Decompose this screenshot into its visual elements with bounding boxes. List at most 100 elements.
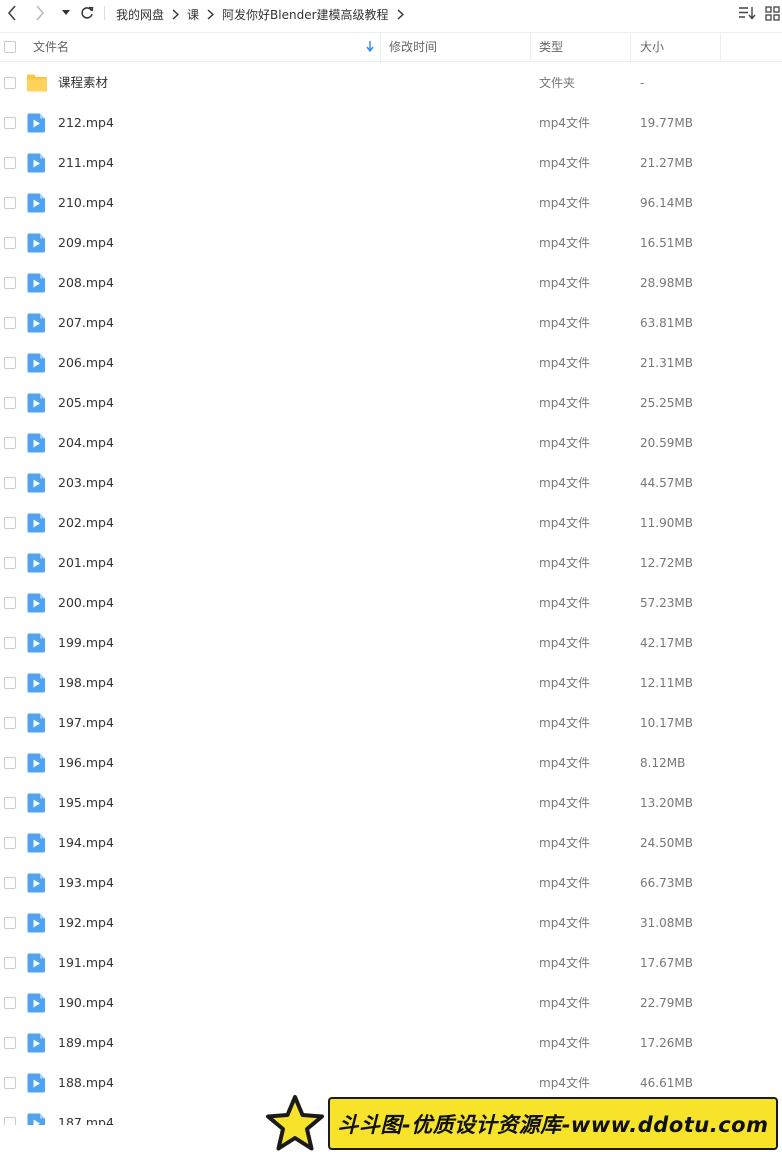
- file-row[interactable]: 193.mp4 mp4文件 66.73MB: [0, 863, 782, 903]
- row-checkbox[interactable]: [4, 997, 16, 1009]
- file-size: 66.73MB: [640, 876, 693, 890]
- row-checkbox[interactable]: [4, 637, 16, 649]
- file-row[interactable]: 211.mp4 mp4文件 21.27MB: [0, 143, 782, 183]
- file-name[interactable]: 198.mp4: [58, 663, 114, 703]
- file-row[interactable]: 194.mp4 mp4文件 24.50MB: [0, 823, 782, 863]
- file-name[interactable]: 199.mp4: [58, 623, 114, 663]
- select-all-checkbox[interactable]: [4, 41, 16, 53]
- file-name[interactable]: 课程素材: [58, 63, 108, 103]
- grid-view-button[interactable]: [765, 6, 781, 22]
- row-checkbox[interactable]: [4, 277, 16, 289]
- file-name[interactable]: 192.mp4: [58, 903, 114, 943]
- breadcrumb-root[interactable]: 我的网盘: [116, 6, 164, 23]
- file-name[interactable]: 201.mp4: [58, 543, 114, 583]
- file-row[interactable]: 206.mp4 mp4文件 21.31MB: [0, 343, 782, 383]
- breadcrumb-course[interactable]: 课: [187, 6, 199, 23]
- file-row[interactable]: 196.mp4 mp4文件 8.12MB: [0, 743, 782, 783]
- row-checkbox[interactable]: [4, 597, 16, 609]
- file-name[interactable]: 200.mp4: [58, 583, 114, 623]
- column-header-size[interactable]: 大小: [640, 33, 710, 61]
- row-checkbox[interactable]: [4, 797, 16, 809]
- file-row[interactable]: 210.mp4 mp4文件 96.14MB: [0, 183, 782, 223]
- file-name[interactable]: 190.mp4: [58, 983, 114, 1023]
- file-name[interactable]: 195.mp4: [58, 783, 114, 823]
- file-row[interactable]: 189.mp4 mp4文件 17.26MB: [0, 1023, 782, 1063]
- row-checkbox[interactable]: [4, 557, 16, 569]
- file-name[interactable]: 189.mp4: [58, 1023, 114, 1063]
- column-header-type[interactable]: 类型: [539, 33, 619, 61]
- video-file-icon: [26, 113, 48, 133]
- file-row[interactable]: 203.mp4 mp4文件 44.57MB: [0, 463, 782, 503]
- file-name[interactable]: 204.mp4: [58, 423, 114, 463]
- file-row[interactable]: 199.mp4 mp4文件 42.17MB: [0, 623, 782, 663]
- file-name[interactable]: 211.mp4: [58, 143, 114, 183]
- row-checkbox[interactable]: [4, 397, 16, 409]
- file-row[interactable]: 197.mp4 mp4文件 10.17MB: [0, 703, 782, 743]
- row-checkbox[interactable]: [4, 357, 16, 369]
- video-file-icon: [26, 353, 48, 373]
- file-name[interactable]: 194.mp4: [58, 823, 114, 863]
- file-type: mp4文件: [539, 556, 590, 570]
- file-name[interactable]: 208.mp4: [58, 263, 114, 303]
- row-checkbox[interactable]: [4, 837, 16, 849]
- file-name[interactable]: 202.mp4: [58, 503, 114, 543]
- file-row[interactable]: 205.mp4 mp4文件 25.25MB: [0, 383, 782, 423]
- file-row[interactable]: 195.mp4 mp4文件 13.20MB: [0, 783, 782, 823]
- back-button[interactable]: [4, 4, 20, 22]
- row-checkbox[interactable]: [4, 77, 16, 89]
- file-name[interactable]: 191.mp4: [58, 943, 114, 983]
- file-row[interactable]: 201.mp4 mp4文件 12.72MB: [0, 543, 782, 583]
- column-header-name[interactable]: 文件名: [33, 33, 373, 61]
- sort-button[interactable]: [738, 6, 756, 22]
- file-name[interactable]: 206.mp4: [58, 343, 114, 383]
- row-checkbox[interactable]: [4, 437, 16, 449]
- file-name[interactable]: 207.mp4: [58, 303, 114, 343]
- file-row[interactable]: 200.mp4 mp4文件 57.23MB: [0, 583, 782, 623]
- column-header-modified[interactable]: 修改时间: [389, 33, 519, 61]
- file-name[interactable]: 197.mp4: [58, 703, 114, 743]
- row-checkbox[interactable]: [4, 917, 16, 929]
- file-name[interactable]: 209.mp4: [58, 223, 114, 263]
- row-checkbox[interactable]: [4, 117, 16, 129]
- file-row[interactable]: 209.mp4 mp4文件 16.51MB: [0, 223, 782, 263]
- file-name[interactable]: 203.mp4: [58, 463, 114, 503]
- file-type: mp4文件: [539, 476, 590, 490]
- row-checkbox[interactable]: [4, 957, 16, 969]
- file-name[interactable]: 188.mp4: [58, 1063, 114, 1103]
- row-checkbox[interactable]: [4, 477, 16, 489]
- row-checkbox[interactable]: [4, 1077, 16, 1089]
- breadcrumb-current[interactable]: 阿发你好Blender建模高级教程: [222, 6, 389, 23]
- row-checkbox[interactable]: [4, 197, 16, 209]
- row-checkbox[interactable]: [4, 757, 16, 769]
- file-row[interactable]: 190.mp4 mp4文件 22.79MB: [0, 983, 782, 1023]
- file-name[interactable]: 205.mp4: [58, 383, 114, 423]
- row-checkbox[interactable]: [4, 157, 16, 169]
- file-name[interactable]: 187.mp4: [58, 1103, 114, 1125]
- file-row[interactable]: 208.mp4 mp4文件 28.98MB: [0, 263, 782, 303]
- chevron-right-icon[interactable]: [397, 8, 404, 20]
- row-checkbox[interactable]: [4, 317, 16, 329]
- row-checkbox[interactable]: [4, 677, 16, 689]
- history-dropdown-button[interactable]: [60, 4, 72, 22]
- row-checkbox[interactable]: [4, 1037, 16, 1049]
- file-row[interactable]: 204.mp4 mp4文件 20.59MB: [0, 423, 782, 463]
- row-checkbox[interactable]: [4, 877, 16, 889]
- file-row[interactable]: 207.mp4 mp4文件 63.81MB: [0, 303, 782, 343]
- file-name[interactable]: 193.mp4: [58, 863, 114, 903]
- toolbar-divider: [104, 6, 105, 20]
- file-row[interactable]: 192.mp4 mp4文件 31.08MB: [0, 903, 782, 943]
- file-row[interactable]: 202.mp4 mp4文件 11.90MB: [0, 503, 782, 543]
- file-name[interactable]: 210.mp4: [58, 183, 114, 223]
- file-row[interactable]: 198.mp4 mp4文件 12.11MB: [0, 663, 782, 703]
- row-checkbox[interactable]: [4, 237, 16, 249]
- file-name[interactable]: 196.mp4: [58, 743, 114, 783]
- file-row[interactable]: 课程素材 文件夹 -: [0, 63, 782, 103]
- row-checkbox[interactable]: [4, 517, 16, 529]
- row-checkbox[interactable]: [4, 1117, 16, 1125]
- file-name[interactable]: 212.mp4: [58, 103, 114, 143]
- forward-button[interactable]: [32, 4, 48, 22]
- row-checkbox[interactable]: [4, 717, 16, 729]
- file-row[interactable]: 212.mp4 mp4文件 19.77MB: [0, 103, 782, 143]
- file-row[interactable]: 191.mp4 mp4文件 17.67MB: [0, 943, 782, 983]
- refresh-button[interactable]: [78, 4, 96, 22]
